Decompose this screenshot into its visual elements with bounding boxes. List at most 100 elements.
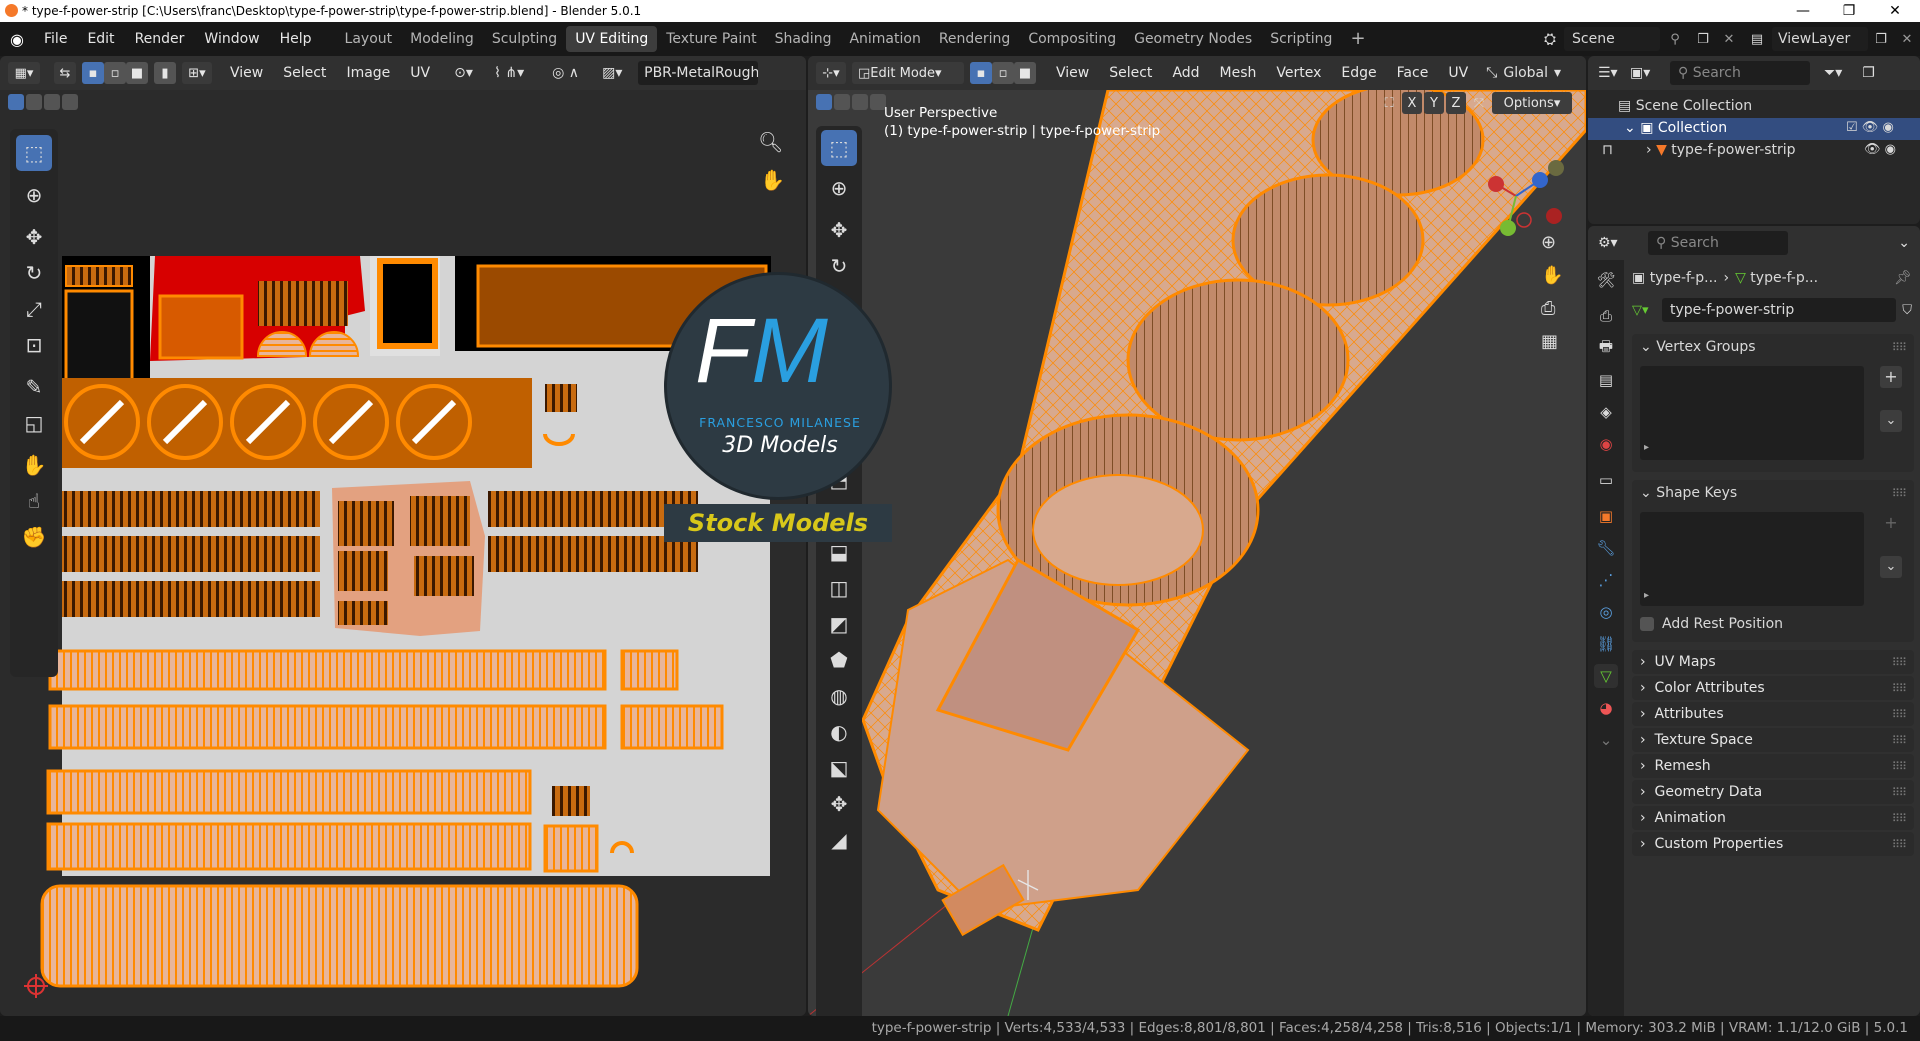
vertex-groups-expand-icon[interactable]: ▸ <box>1644 442 1649 453</box>
scene-icon[interactable]: ⛭ <box>1544 30 1556 48</box>
vp-rotate-tool-icon[interactable]: ↻ <box>821 248 857 284</box>
new-viewlayer-icon[interactable]: ❐ <box>1868 32 1894 47</box>
menu-file[interactable]: File <box>34 31 77 47</box>
fake-user-icon[interactable]: ⛉ <box>1902 303 1912 318</box>
section-attributes[interactable]: › Attributes ⠿⠿ <box>1632 702 1914 726</box>
island-select-icon[interactable]: ▮ <box>154 62 176 84</box>
uv-menu-image[interactable]: Image <box>336 65 400 81</box>
cursor-tool-icon[interactable]: ⊕ <box>16 177 52 213</box>
vp-menu-view[interactable]: View <box>1046 65 1099 81</box>
animation-grip-icon[interactable]: ⠿⠿ <box>1892 812 1907 825</box>
image-name-field[interactable]: PBR-MetalRough <box>638 61 759 85</box>
vp-menu-add[interactable]: Add <box>1162 65 1209 81</box>
vertex-mode-icon[interactable]: ▪ <box>970 62 992 84</box>
add-shape-key-button[interactable]: + <box>1880 512 1902 534</box>
vp-select-box-tool-icon[interactable]: ⬚ <box>821 130 857 166</box>
tab-animation[interactable]: Animation <box>840 26 929 52</box>
outliner-scene-collection[interactable]: ▤ Scene Collection <box>1618 98 1752 114</box>
color-attributes-grip-icon[interactable]: ⠿⠿ <box>1892 682 1907 695</box>
data-tab-icon[interactable]: ▽ <box>1594 664 1618 688</box>
mirror-icon[interactable]: ⛶ <box>1378 96 1400 111</box>
properties-options-icon[interactable]: ⌄ <box>1898 235 1910 251</box>
tab-texture-paint[interactable]: Texture Paint <box>657 26 765 52</box>
tab-scripting[interactable]: Scripting <box>1261 26 1341 52</box>
maximize-button[interactable]: ❐ <box>1826 0 1872 22</box>
vp-pan-icon[interactable]: ✋ <box>1541 265 1563 286</box>
section-animation[interactable]: › Animation ⠿⠿ <box>1632 806 1914 830</box>
select-invert-icon[interactable] <box>62 94 78 110</box>
minimize-button[interactable]: — <box>1780 0 1826 22</box>
grab-tool-icon[interactable]: ✋ <box>16 447 52 483</box>
viewlayer-selector[interactable]: ViewLayer <box>1772 27 1868 51</box>
menu-edit[interactable]: Edit <box>77 31 124 47</box>
menu-render[interactable]: Render <box>125 31 195 47</box>
shape-keys-expand-icon[interactable]: ▸ <box>1644 590 1649 601</box>
tab-geometry-nodes[interactable]: Geometry Nodes <box>1125 26 1261 52</box>
uv-canvas[interactable] <box>0 116 806 1016</box>
properties-search[interactable]: ⚲ Search <box>1648 231 1788 255</box>
tabs-more-icon[interactable]: ⌄ <box>1594 728 1618 752</box>
constraints-tab-icon[interactable]: ⛓ <box>1594 632 1618 656</box>
uv-menu-select[interactable]: Select <box>273 65 336 81</box>
outliner-editor-type-icon[interactable]: ☰▾ <box>1598 65 1630 81</box>
filter-icon[interactable]: ⏷▾ <box>1824 65 1842 81</box>
image-browse-icon[interactable]: ▨▾ <box>602 65 632 81</box>
mirror-z-button[interactable]: Z <box>1446 92 1466 114</box>
vp-menu-mesh[interactable]: Mesh <box>1210 65 1267 81</box>
sync-selection-icon[interactable]: ⇆ <box>54 62 76 84</box>
shape-keys-list[interactable] <box>1640 512 1864 606</box>
geometry-data-grip-icon[interactable]: ⠿⠿ <box>1892 786 1907 799</box>
new-scene-icon[interactable]: ❐ <box>1690 32 1716 47</box>
texture-space-grip-icon[interactable]: ⠿⠿ <box>1892 734 1907 747</box>
object-render-icon[interactable]: ◉ <box>1885 142 1896 157</box>
perspective-toggle-icon[interactable]: ▦ <box>1541 331 1563 352</box>
object-tab-icon[interactable]: ▣ <box>1594 504 1618 528</box>
menu-help[interactable]: Help <box>270 31 322 47</box>
physics-tab-icon[interactable]: ◎ <box>1594 600 1618 624</box>
shape-keys-header[interactable]: ⌄ Shape Keys ⠿⠿ <box>1632 480 1914 506</box>
viewport-editor-type-icon[interactable]: ⊹▾ <box>816 62 846 84</box>
section-custom-properties[interactable]: › Custom Properties ⠿⠿ <box>1632 832 1914 856</box>
transform-tool-icon[interactable]: ⊡ <box>16 327 52 363</box>
section-color-attributes[interactable]: › Color Attributes ⠿⠿ <box>1632 676 1914 700</box>
close-button[interactable]: ✕ <box>1872 0 1918 22</box>
scale-tool-icon[interactable]: ⤢ <box>16 291 52 327</box>
material-tab-icon[interactable]: ◕ <box>1594 696 1618 720</box>
select-extend-icon[interactable] <box>26 94 42 110</box>
tab-modeling[interactable]: Modeling <box>401 26 483 52</box>
object-chevron-icon[interactable]: › <box>1646 142 1656 158</box>
custom-properties-grip-icon[interactable]: ⠿⠿ <box>1892 838 1907 851</box>
edge-slide-tool-icon[interactable]: ⬕ <box>821 750 857 786</box>
rip-tool-icon[interactable]: ◱ <box>16 405 52 441</box>
orientation-selector[interactable]: Global <box>1503 65 1548 81</box>
delete-viewlayer-icon[interactable]: ✕ <box>1894 32 1920 47</box>
select-subtract-icon[interactable] <box>44 94 60 110</box>
delete-scene-icon[interactable]: ✕ <box>1716 32 1742 47</box>
vp-menu-edge[interactable]: Edge <box>1331 65 1386 81</box>
vertex-groups-header[interactable]: ⌄ Vertex Groups ⠿⠿ <box>1632 334 1914 360</box>
vp-menu-face[interactable]: Face <box>1387 65 1439 81</box>
uv-snap-icon[interactable]: ⌇ ⋔▾ <box>494 65 544 81</box>
orientation-dropdown-icon[interactable]: ▾ <box>1554 65 1561 81</box>
vp-zoom-icon[interactable]: ⊕ <box>1541 232 1563 253</box>
smooth-tool-icon[interactable]: ◐ <box>821 714 857 750</box>
vertex-groups-grip-icon[interactable]: ⠿⠿ <box>1892 341 1907 354</box>
rotate-tool-icon[interactable]: ↻ <box>16 255 52 291</box>
pin-scene-icon[interactable]: ⚲ <box>1660 32 1690 47</box>
sticky-mode-icon[interactable]: ⊞▾ <box>182 62 212 84</box>
tab-shading[interactable]: Shading <box>766 26 841 52</box>
collection-chevron-icon[interactable]: ⌄ <box>1624 120 1640 136</box>
scene-tab-icon[interactable]: ◈ <box>1594 400 1618 424</box>
select-new-icon[interactable] <box>8 94 24 110</box>
blender-menu-icon[interactable]: ◉ <box>0 30 34 49</box>
vp-menu-uv[interactable]: UV <box>1438 65 1478 81</box>
spin-tool-icon[interactable]: ◍ <box>821 678 857 714</box>
pan-hand-icon[interactable]: ✋ <box>760 168 785 192</box>
collection-checkbox-icon[interactable]: ☑ <box>1846 120 1858 135</box>
orientation-icon[interactable]: ⤡ <box>1486 65 1497 81</box>
mesh-data-icon[interactable]: ▽▾ <box>1632 303 1662 318</box>
knife-tool-icon[interactable]: ◩ <box>821 606 857 642</box>
render-tab-icon[interactable]: ⎙ <box>1594 304 1618 328</box>
auto-merge-icon[interactable]: ⤧ <box>1468 96 1490 111</box>
uv-menu-uv[interactable]: UV <box>400 65 440 81</box>
